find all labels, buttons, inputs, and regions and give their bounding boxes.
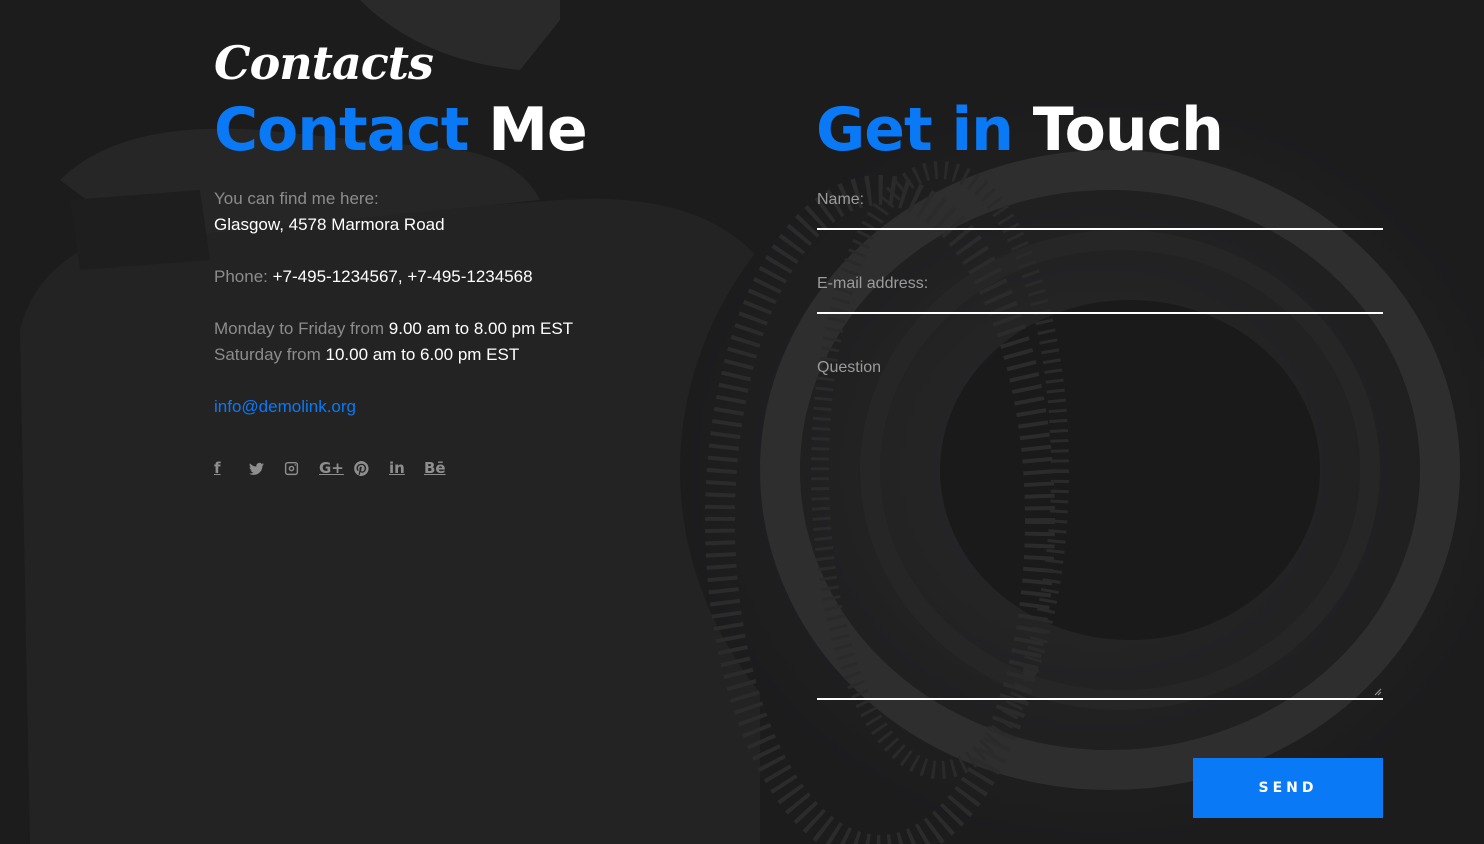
instagram-icon[interactable] [284, 456, 319, 480]
address-block: You can find me here: Glasgow, 4578 Marm… [214, 186, 674, 238]
social-links: f G+ in Bē [214, 456, 459, 480]
get-in-touch-heading: Get in Touch [816, 100, 1224, 160]
phone-block: Phone: +7-495-1234567, +7-495-1234568 [214, 264, 674, 290]
contact-heading-accent: Contact [214, 95, 469, 165]
twitter-icon[interactable] [249, 456, 284, 480]
send-button[interactable]: SEND [1193, 758, 1383, 818]
facebook-icon[interactable]: f [214, 456, 249, 480]
phone-numbers: +7-495-1234567, +7-495-1234568 [272, 267, 533, 286]
address-text: Glasgow, 4578 Marmora Road [214, 215, 445, 234]
email-input[interactable] [817, 270, 1383, 298]
hours-block: Monday to Friday from 9.00 am to 8.00 pm… [214, 316, 674, 368]
resize-grip-icon[interactable] [1374, 688, 1382, 696]
linkedin-icon[interactable]: in [389, 456, 424, 480]
find-me-label: You can find me here: [214, 189, 379, 208]
weekday-hours: 9.00 am to 8.00 pm EST [388, 319, 574, 338]
section-script-title: Contacts [214, 36, 434, 90]
contact-heading-rest: Me [488, 95, 587, 165]
question-textarea[interactable] [817, 354, 1383, 698]
saturday-hours: 10.00 am to 6.00 pm EST [325, 345, 520, 364]
contact-info: You can find me here: Glasgow, 4578 Marm… [214, 186, 674, 446]
name-input[interactable] [817, 186, 1383, 214]
email-field-wrapper [817, 270, 1383, 314]
touch-heading-rest: Touch [1032, 95, 1224, 165]
saturday-label: Saturday from [214, 345, 321, 364]
google-plus-icon[interactable]: G+ [319, 456, 354, 480]
behance-icon[interactable]: Bē [424, 456, 459, 480]
question-field-wrapper [817, 354, 1383, 700]
pinterest-icon[interactable] [354, 456, 389, 480]
phone-label: Phone: [214, 267, 268, 286]
weekday-label: Monday to Friday from [214, 319, 385, 338]
touch-heading-accent: Get in [816, 95, 1014, 165]
contact-form [817, 186, 1383, 740]
email-block: info@demolink.org [214, 394, 674, 420]
name-field-wrapper [817, 186, 1383, 230]
contact-me-heading: Contact Me [214, 100, 588, 160]
email-link[interactable]: info@demolink.org [214, 397, 356, 416]
